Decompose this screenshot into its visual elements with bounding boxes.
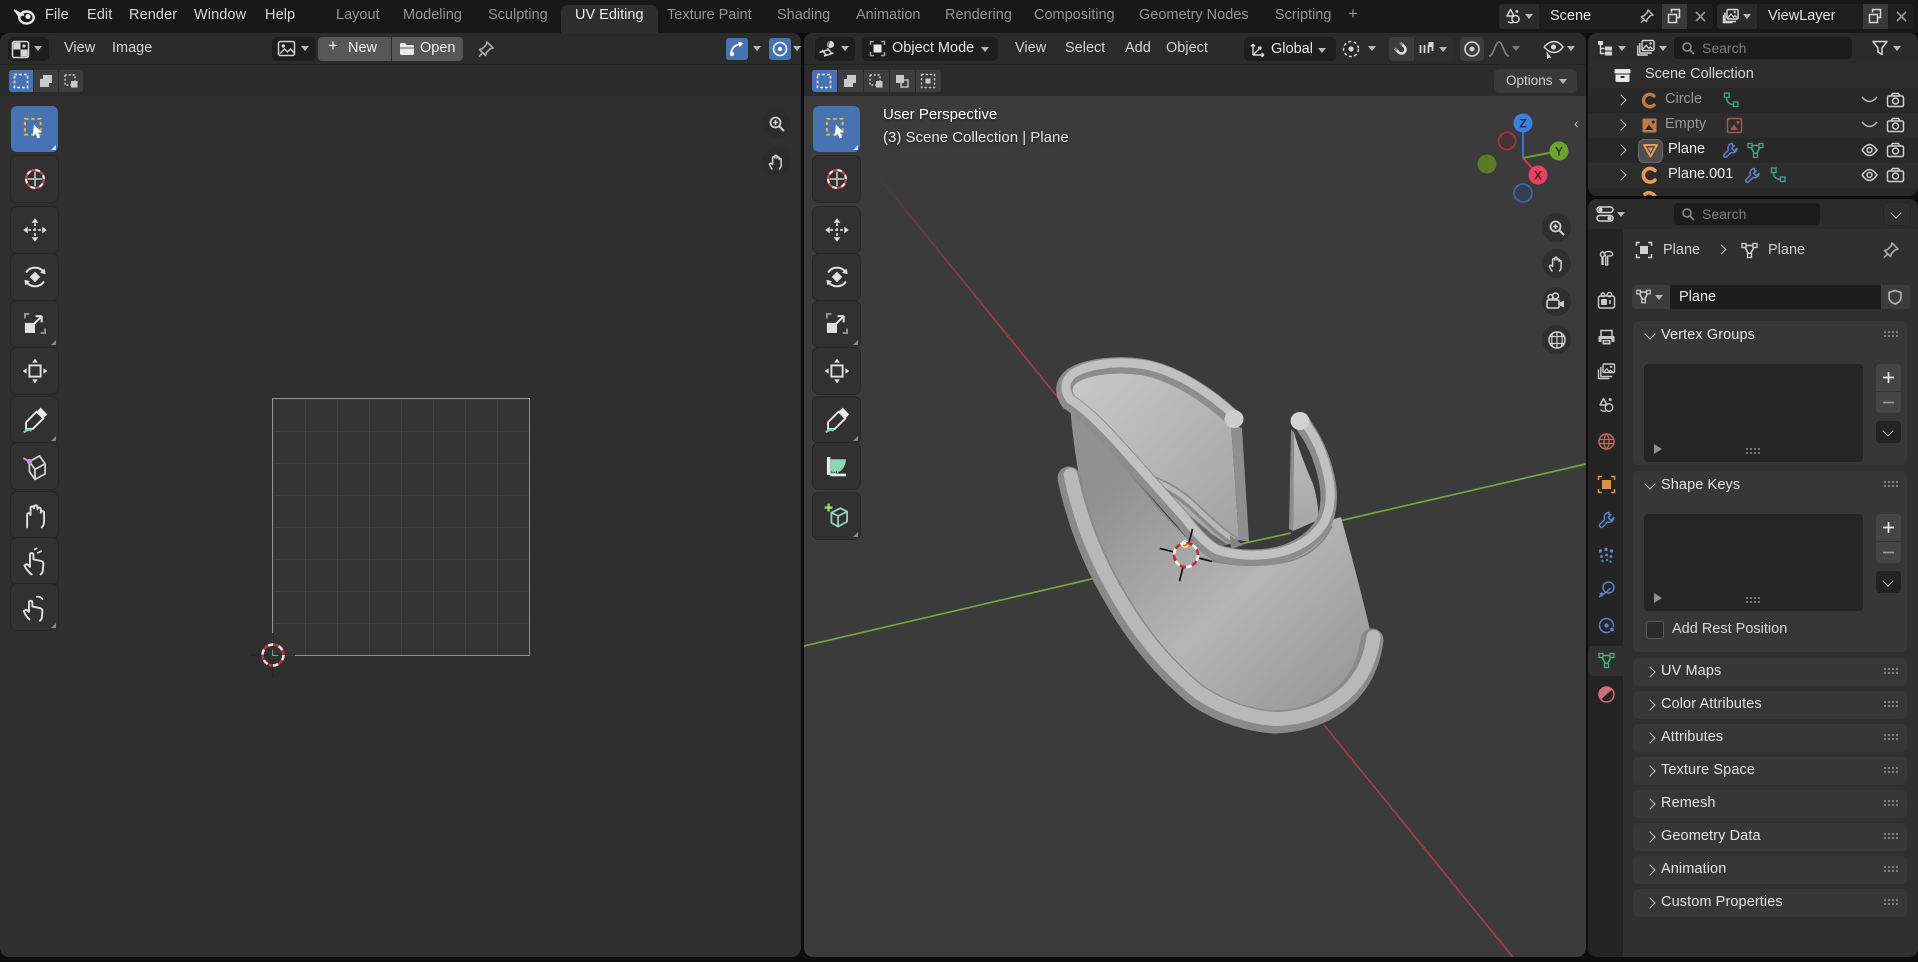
svg-text:Z: Z: [1519, 117, 1526, 131]
svg-text:Y: Y: [1555, 145, 1563, 159]
svg-text:X: X: [1534, 169, 1542, 183]
